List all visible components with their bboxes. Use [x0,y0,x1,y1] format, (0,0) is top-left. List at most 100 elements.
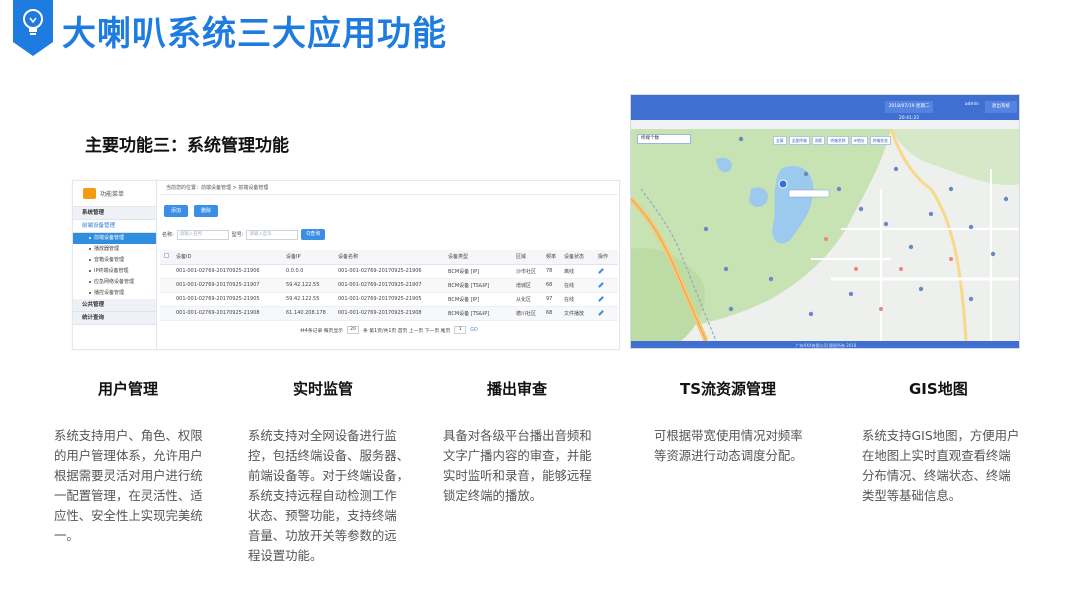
fullscreen-button[interactable]: 全屏 [773,136,787,145]
menu-group-public[interactable]: 公共管理 [73,299,156,312]
row-checkbox[interactable] [160,306,172,321]
feature-desc-ts-stream: 可根据带宽使用情况对频率 等资源进行动态调度分配。 [654,428,803,463]
feature-desc-realtime-monitoring: 系统支持对全网设备进行监 控，包括终端设备、服务器、 前端设备等。对于终端设备， 系… [248,428,410,563]
pager-total: 共4条记录 每页显示 [300,328,343,334]
lightbulb-badge-icon [13,0,53,56]
column-header: 设备类型 [444,250,512,265]
feature-title-gis-map: GIS地图 [909,380,968,398]
menu-icon [83,188,96,199]
go-button[interactable]: GO [470,328,478,333]
menu-item-emergency-network[interactable]: 应急网络设备管理 [73,277,156,288]
table-row[interactable]: 001-001-02769-20170925-21908 61.140.208.… [160,306,618,321]
cell-device-id: 001-001-02769-20170925-21908 [172,306,282,321]
device-management-main: 当前您的位置：前端设备管理 > 前端设备管理 添加 删除 名称: 请输入名称 型… [160,181,618,349]
measure-button[interactable]: 测距 [811,136,826,145]
add-button[interactable]: 添加 [164,205,189,217]
menu-item-speaker[interactable]: 音箱设备管理 [73,255,156,266]
row-checkbox[interactable] [160,292,172,307]
column-header: 区域 [512,250,542,265]
table-row[interactable]: 001-001-02769-20170925-21906 0.0.0.0 001… [160,264,618,279]
cell-device-name: 001-001-02769-20170925-21905 [334,292,444,307]
column-header: 设备IP [282,250,334,265]
cell-device-ip: 61.140.208.178 [282,306,334,321]
edit-icon[interactable] [594,264,618,279]
name-filter-label: 名称: [162,232,174,238]
feature-title-user-management: 用户管理 [98,380,159,398]
delete-button[interactable]: 删除 [194,205,219,217]
page-input[interactable]: 1 [454,326,467,334]
column-header: 设备名称 [334,250,444,265]
gis-footer: 广州XXX有限公司 版权所有 2018 [631,341,1019,348]
logout-button[interactable]: 退出系统 [985,101,1017,113]
menu-group-frontend[interactable]: 前端设备管理 [73,220,156,233]
breadcrumb: 当前您的位置：前端设备管理 > 前端设备管理 [160,181,618,195]
type-filter-label: 型号: [231,232,244,238]
function-menu-sidebar: 功能菜单 系统管理 前端设备管理 前端设备管理 播放器管理 音箱设备管理 IP终… [73,181,157,349]
terminal-name-button[interactable]: 终端名称 [827,136,849,145]
cell-device-id: 001-001-02769-20170925-21905 [172,292,282,307]
edit-icon[interactable] [594,292,618,307]
table-row[interactable]: 001-001-02769-20170925-21905 59.42.122.5… [160,292,618,307]
cell-region: 德川社区 [512,306,542,321]
row-checkbox[interactable] [160,264,172,279]
feature-desc-gis-map: 系统支持GIS地图，方便用户 在地图上实时直观查看终端 分布情况、终端状态、终端 类… [862,428,1020,503]
edit-icon[interactable] [594,278,618,293]
cell-frequency: 78 [542,264,560,279]
cell-device-type: BCM设备 [IP] [444,292,512,307]
cell-device-ip: 59.42.122.55 [282,292,334,307]
cell-status: 文件播放 [560,306,594,321]
row-checkbox[interactable] [160,278,172,293]
terminal-count-panel[interactable]: 终端个数 [637,134,691,144]
per-page-select[interactable]: 20 [346,326,359,334]
feature-title-ts-stream: TS流资源管理 [680,380,777,398]
device-table: 设备ID 设备IP 设备名称 设备类型 区域 频率 设备状态 操作 001-00… [160,250,618,321]
cell-status: 离线 [560,264,594,279]
select-all-checkbox[interactable] [160,250,172,265]
feature-title-broadcast-review: 播出审查 [487,380,548,398]
menu-item-ip-terminal[interactable]: IP终端设备管理 [73,266,156,277]
cell-status: 在线 [560,292,594,307]
cell-device-name: 001-001-02769-20170925-21907 [334,278,444,293]
menu-item-broadcast-control[interactable]: 播控设备管理 [73,288,156,299]
cell-frequency: 97 [542,292,560,307]
cell-status: 在线 [560,278,594,293]
function-menu-header: 功能菜单 [73,181,156,207]
map-toolbar: 全屏 全部终端 测距 终端名称 IP地址 终端状态 [773,136,891,145]
column-header: 频率 [542,250,560,265]
user-menu[interactable]: admin [965,102,979,107]
gis-top-bar: 2018/07/19 星期二 20:41:22 admin 退出系统 [631,95,1019,121]
terminal-status-button[interactable]: 终端状态 [869,136,891,145]
cell-frequency: 68 [542,306,560,321]
cell-device-name: 001-001-02769-20170925-21906 [334,264,444,279]
name-filter-input[interactable]: 请输入名称 [176,229,229,240]
cell-device-type: BCM设备 [TS&IP] [444,306,512,321]
cell-frequency: 68 [542,278,560,293]
datetime-display: 2018/07/19 星期二 20:41:22 [885,101,933,121]
feature-desc-broadcast-review: 具备对各级平台播出音频和 文字广播内容的审查，并能 实时监听和录音，能够远程 锁定终… [443,428,592,503]
cell-device-id: 001-001-02769-20170925-21906 [172,264,282,279]
device-management-screenshot: 功能菜单 系统管理 前端设备管理 前端设备管理 播放器管理 音箱设备管理 IP终… [72,180,620,350]
gis-map-canvas[interactable] [631,129,1020,341]
page-title: 大喇叭系统三大应用功能 [62,14,447,54]
function-menu-title: 功能菜单 [100,191,125,198]
feature-title-realtime-monitoring: 实时监管 [293,380,354,398]
cell-device-type: BCM设备 [IP] [444,264,512,279]
menu-item-player[interactable]: 播放器管理 [73,244,156,255]
type-filter-input[interactable]: 请输入型号 [246,229,299,240]
search-button[interactable]: Q查询 [301,229,326,240]
edit-icon[interactable] [594,306,618,321]
table-row[interactable]: 001-001-02769-20170925-21907 59.42.122.5… [160,278,618,293]
column-header: 设备ID [172,250,282,265]
ip-address-button[interactable]: IP地址 [850,136,868,145]
cell-region: 从化区 [512,292,542,307]
pager-info[interactable]: 条 第1页/共1页 首页 上一页 下一页 尾页 [363,327,450,334]
gis-breadcrumb [631,120,1019,129]
menu-group-stats[interactable]: 统计查询 [73,312,156,325]
cell-device-ip: 0.0.0.0 [282,264,334,279]
cell-device-id: 001-001-02769-20170925-21907 [172,278,282,293]
column-header: 设备状态 [560,250,594,265]
menu-item-frontend-device[interactable]: 前端设备管理 [73,233,156,244]
pagination: 共4条记录 每页显示 20 条 第1页/共1页 首页 上一页 下一页 尾页 1 … [300,326,478,334]
all-terminals-button[interactable]: 全部终端 [788,136,810,145]
menu-group-system[interactable]: 系统管理 [73,207,156,220]
